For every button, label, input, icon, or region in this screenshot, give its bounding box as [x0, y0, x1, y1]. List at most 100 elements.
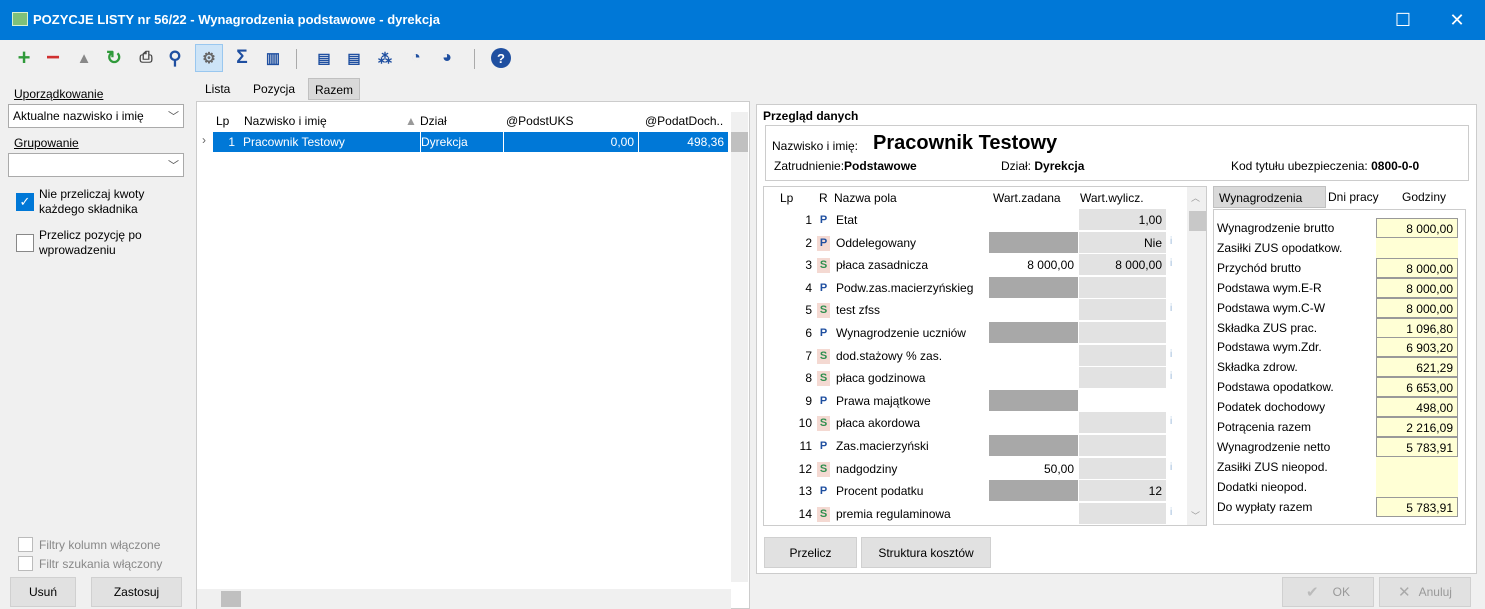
search-cycle-icon[interactable]: ◕ — [436, 47, 458, 69]
info-icon[interactable]: i — [1170, 254, 1172, 276]
field-row[interactable]: 12 Snadgodziny 50,00 i — [764, 457, 1184, 481]
field-zadana[interactable]: 50,00 — [989, 457, 1078, 480]
ok-button[interactable]: ✔ OK — [1282, 577, 1374, 607]
columns-icon[interactable]: ▥ — [262, 47, 284, 69]
field-zadana[interactable] — [989, 435, 1078, 457]
fields-scrollbar[interactable]: ︿ ﹀ — [1187, 187, 1206, 525]
report2-icon[interactable]: ▤ — [343, 47, 365, 69]
field-row[interactable]: 7 Sdod.stażowy % zas. i — [764, 344, 1184, 368]
scroll-down-icon[interactable]: ﹀ — [1191, 509, 1200, 522]
help-icon[interactable]: ? — [491, 48, 511, 68]
field-row[interactable]: 2 P Oddelegowany Nie i — [764, 231, 1184, 255]
info-icon[interactable]: i — [1170, 232, 1172, 254]
subtab-wynagrodzenia[interactable]: Wynagrodzenia — [1213, 186, 1326, 208]
search-icon[interactable]: ⚲ — [164, 47, 186, 69]
close-button[interactable]: ✕ — [1434, 0, 1480, 40]
field-zadana[interactable]: 8 000,00 — [989, 254, 1078, 277]
users-x-icon[interactable]: ⁂ — [374, 47, 396, 69]
minus-icon[interactable]: − — [42, 44, 64, 71]
field-zadana[interactable] — [989, 209, 1078, 231]
delete-button[interactable]: Usuń — [10, 577, 76, 607]
field-row[interactable]: 8 Spłaca godzinowa i — [764, 367, 1184, 390]
recalc-after-entry-checkbox[interactable] — [16, 234, 34, 252]
group-select[interactable]: ﹀ — [8, 153, 184, 177]
field-zadana[interactable] — [989, 389, 1078, 412]
field-zadana[interactable] — [989, 502, 1078, 525]
sigma-icon[interactable]: Σ — [231, 47, 253, 69]
fcol-r[interactable]: R — [819, 191, 828, 205]
przelicz-button[interactable]: Przelicz — [764, 537, 857, 568]
info-icon[interactable]: i — [1170, 299, 1172, 321]
field-zadana[interactable] — [989, 412, 1078, 435]
sort-select[interactable]: Aktualne nazwisko i imię ﹀ — [8, 104, 184, 128]
table-row[interactable]: 1 Pracownik Testowy Dyrekcja 0,00 498,36 — [213, 132, 728, 154]
print-icon[interactable]: ⎙ — [135, 47, 157, 69]
info-icon[interactable]: i — [1170, 458, 1172, 480]
fcol-lp[interactable]: Lp — [780, 191, 793, 205]
field-row[interactable]: 5 Stest zfss i — [764, 299, 1184, 322]
field-row[interactable]: 6 P Wynagrodzenie uczniów — [764, 322, 1184, 345]
horizontal-scrollbar[interactable] — [197, 589, 731, 609]
scroll-up-icon[interactable]: ︿ — [1191, 191, 1200, 204]
field-zadana[interactable] — [989, 480, 1078, 503]
col-lp[interactable]: Lp — [216, 114, 229, 128]
field-type: S — [817, 506, 830, 522]
field-zadana[interactable] — [989, 231, 1078, 254]
col-podst[interactable]: @PodstUKS — [506, 114, 574, 128]
info-icon[interactable]: i — [1170, 367, 1172, 389]
field-zadana[interactable] — [989, 344, 1078, 367]
chevron-down-icon: ﹀ — [168, 111, 179, 123]
apply-button[interactable]: Zastosuj — [91, 577, 182, 607]
cycle-icon[interactable]: ◔ — [405, 47, 427, 69]
employment-field: Zatrudnienie:Podstawowe — [774, 159, 917, 173]
hscroll-thumb[interactable] — [221, 591, 241, 607]
field-row[interactable]: 13 P Procent podatku 12 — [764, 480, 1184, 503]
no-recalc-checkbox[interactable]: ✓ — [16, 193, 34, 211]
fcol-wyl[interactable]: Wart.wylicz. — [1080, 191, 1144, 205]
col-name[interactable]: Nazwisko i imię — [244, 114, 327, 128]
info-icon[interactable]: i — [1170, 503, 1172, 525]
subtab-dni-pracy[interactable]: Dni pracy — [1328, 190, 1379, 204]
summary-label: Podstawa wym.C-W — [1217, 300, 1326, 315]
info-icon[interactable]: i — [1170, 345, 1172, 367]
plus-icon[interactable]: + — [13, 45, 35, 70]
triangle-icon[interactable]: ▲ — [73, 47, 95, 69]
settings-icon[interactable]: ⚙ — [195, 44, 223, 72]
cost-structure-button[interactable]: Struktura kosztów — [861, 537, 991, 568]
maximize-button[interactable]: ☐ — [1380, 0, 1426, 40]
fields-scroll-thumb[interactable] — [1189, 211, 1206, 231]
field-lp: 1 — [805, 213, 812, 227]
vertical-scrollbar[interactable] — [731, 112, 748, 582]
summary-label: Do wypłaty razem — [1217, 499, 1313, 514]
filter-search-checkbox[interactable] — [18, 556, 33, 571]
col-dzial[interactable]: Dział — [420, 114, 447, 128]
subtab-godziny[interactable]: Godziny — [1402, 190, 1446, 204]
filter-columns-label: Filtry kolumn włączone — [39, 538, 161, 552]
field-row[interactable]: 1 P Etat 1,00 — [764, 209, 1184, 232]
field-zadana[interactable] — [989, 367, 1078, 390]
field-row[interactable]: 14 Spremia regulaminowa i — [764, 502, 1184, 525]
overview-panel: Przegląd danych Nazwisko i imię: Pracown… — [756, 104, 1477, 574]
field-row[interactable]: 11 P Zas.macierzyński — [764, 435, 1184, 458]
filter-columns-checkbox[interactable] — [18, 537, 33, 552]
info-icon[interactable]: i — [1170, 412, 1172, 434]
field-row[interactable]: 4 P Podw.zas.macierzyńskieg — [764, 276, 1184, 300]
field-row[interactable]: 3 Spłaca zasadnicza 8 000,00 8 000,00 i — [764, 254, 1184, 277]
field-zadana[interactable] — [989, 299, 1078, 322]
report-icon[interactable]: ▤ — [313, 47, 335, 69]
field-row[interactable]: 10 Spłaca akordowa i — [764, 412, 1184, 435]
col-podat[interactable]: @PodatDoch.. — [645, 114, 723, 128]
refresh-icon[interactable]: ↻ — [103, 47, 125, 69]
field-type-tag: P — [817, 435, 830, 457]
field-zadana[interactable] — [989, 276, 1078, 299]
field-zadana[interactable] — [989, 322, 1078, 344]
fcol-zad[interactable]: Wart.zadana — [993, 191, 1061, 205]
field-row[interactable]: 9 P Prawa majątkowe — [764, 389, 1184, 413]
cancel-button[interactable]: ✕ Anuluj — [1379, 577, 1471, 607]
tab-lista[interactable]: Lista — [199, 78, 236, 100]
field-type: P — [817, 235, 830, 251]
tab-razem[interactable]: Razem — [308, 78, 361, 100]
fcol-name[interactable]: Nazwa pola — [834, 191, 897, 205]
scroll-thumb[interactable] — [731, 132, 748, 152]
tab-pozycja[interactable]: Pozycja — [247, 78, 301, 100]
